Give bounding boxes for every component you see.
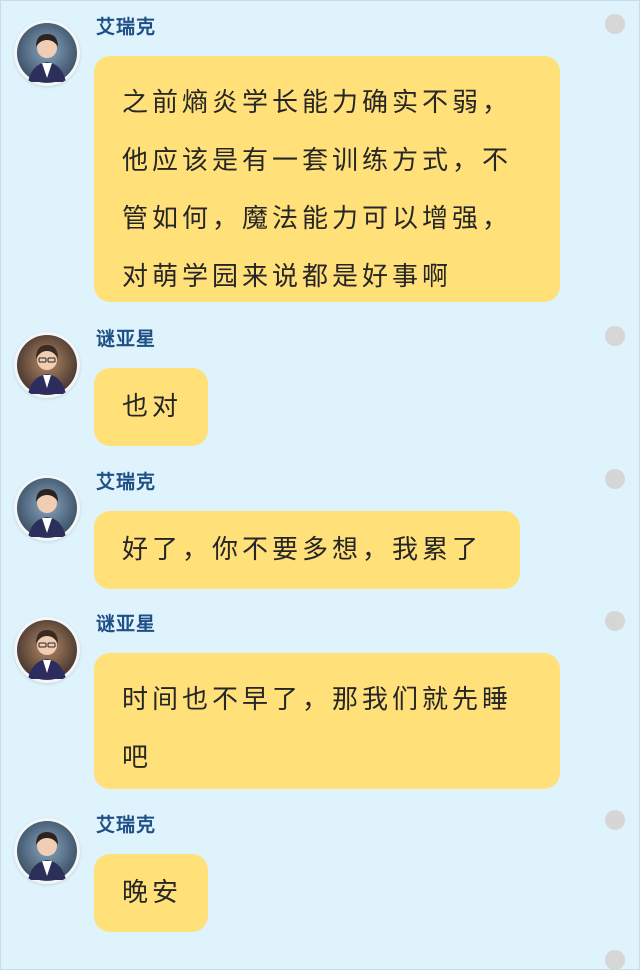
message-text: 也对 <box>122 392 183 422</box>
avatar[interactable] <box>14 617 80 683</box>
sender-name: 谜亚星 <box>96 613 157 635</box>
message-bubble[interactable]: 晚安 <box>94 854 208 932</box>
avatar[interactable] <box>14 818 80 884</box>
miyaxing-avatar-icon <box>17 620 77 680</box>
message-text: 之前熵炎学长能力确实不弱， 他应该是有一套训练方式，不 管如何，魔法能力可以增强… <box>122 88 513 292</box>
circle-dot-icon[interactable] <box>605 469 625 489</box>
sender-name: 艾瑞克 <box>96 471 157 493</box>
message-text: 晚安 <box>122 878 183 908</box>
circle-dot-icon[interactable] <box>605 611 625 631</box>
avatar[interactable] <box>14 20 80 86</box>
message-bubble[interactable]: 好了，你不要多想，我累了 <box>94 511 520 589</box>
message-text: 时间也不早了，那我们就先睡 吧 <box>122 685 513 773</box>
avatar[interactable] <box>14 475 80 541</box>
sender-name: 艾瑞克 <box>96 16 157 38</box>
eric-avatar-icon <box>17 821 77 881</box>
eric-avatar-icon <box>17 478 77 538</box>
miyaxing-avatar-icon <box>17 335 77 395</box>
message-bubble[interactable]: 也对 <box>94 368 208 446</box>
circle-dot-icon[interactable] <box>605 326 625 346</box>
message-bubble[interactable]: 之前熵炎学长能力确实不弱， 他应该是有一套训练方式，不 管如何，魔法能力可以增强… <box>94 56 560 302</box>
circle-dot-icon[interactable] <box>605 950 625 970</box>
message-bubble[interactable]: 时间也不早了，那我们就先睡 吧 <box>94 653 560 789</box>
sender-name: 谜亚星 <box>96 328 157 350</box>
avatar[interactable] <box>14 332 80 398</box>
message-text: 好了，你不要多想，我累了 <box>122 535 483 565</box>
eric-avatar-icon <box>17 23 77 83</box>
circle-dot-icon[interactable] <box>605 14 625 34</box>
sender-name: 艾瑞克 <box>96 814 157 836</box>
circle-dot-icon[interactable] <box>605 810 625 830</box>
